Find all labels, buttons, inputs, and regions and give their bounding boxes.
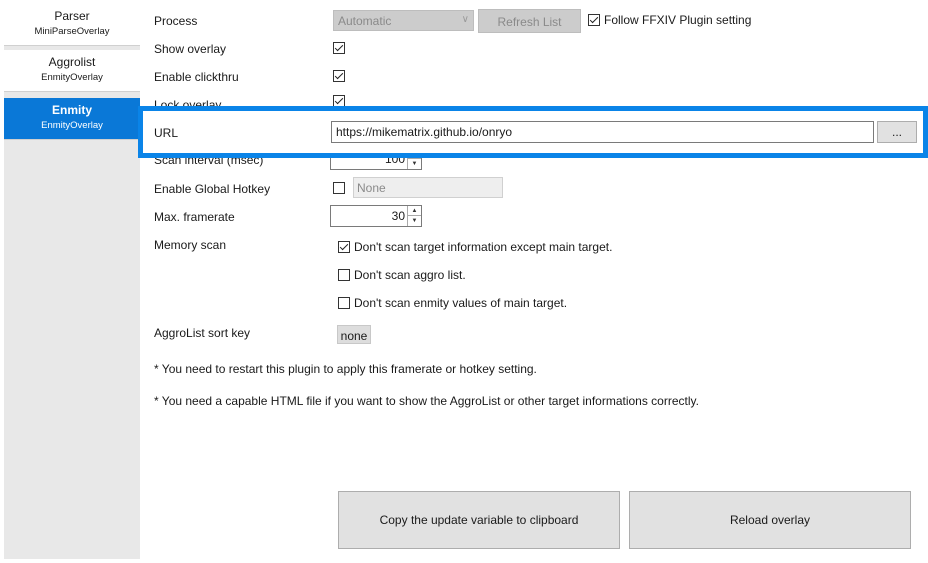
follow-plugin-checkbox[interactable] <box>588 14 600 26</box>
memscan-opt2-checkbox[interactable] <box>338 269 350 281</box>
sidebar: Parser MiniParseOverlay Aggrolist Enmity… <box>4 4 140 559</box>
arrow-down-icon[interactable]: ▼ <box>408 216 421 226</box>
memscan-opt1-label: Don't scan target information except mai… <box>354 240 613 254</box>
clickthru-checkbox[interactable] <box>333 70 345 82</box>
reload-overlay-button[interactable]: Reload overlay <box>629 491 911 549</box>
memscan-opt3-checkbox[interactable] <box>338 297 350 309</box>
framerate-label: Max. framerate <box>154 210 235 224</box>
tab-title: Parser <box>54 9 90 23</box>
tab-subtitle: EnmityOverlay <box>41 120 103 131</box>
copy-variable-button[interactable]: Copy the update variable to clipboard <box>338 491 620 549</box>
tab-title: Enmity <box>51 103 92 117</box>
tab-subtitle: MiniParseOverlay <box>34 26 110 37</box>
show-overlay-label: Show overlay <box>154 42 227 56</box>
sortkey-button[interactable]: none <box>337 325 371 344</box>
tab-subtitle: EnmityOverlay <box>41 72 103 83</box>
refresh-list-button[interactable]: Refresh List <box>478 9 581 33</box>
framerate-stepper[interactable]: 30 ▲ ▼ <box>330 205 422 227</box>
process-select[interactable]: Automatic ∨ <box>333 10 474 31</box>
tab-enmity[interactable]: Enmity EnmityOverlay <box>4 98 140 140</box>
memscan-opt3-label: Don't scan enmity values of main target. <box>354 296 568 310</box>
memscan-opt2-label: Don't scan aggro list. <box>354 268 466 282</box>
arrow-down-icon[interactable]: ▼ <box>408 159 421 169</box>
stepper-arrows[interactable]: ▲ ▼ <box>407 206 421 226</box>
follow-plugin-label: Follow FFXIV Plugin setting <box>604 13 752 27</box>
memscan-opt1-checkbox[interactable] <box>338 241 350 253</box>
clickthru-label: Enable clickthru <box>154 70 239 84</box>
hotkey-checkbox[interactable] <box>333 182 345 194</box>
tab-title: Aggrolist <box>48 55 96 69</box>
note-html: * You need a capable HTML file if you wa… <box>154 394 699 408</box>
hotkey-input[interactable]: None <box>353 177 503 198</box>
process-label: Process <box>154 14 198 28</box>
framerate-value: 30 <box>391 209 405 223</box>
note-restart: * You need to restart this plugin to app… <box>154 362 537 376</box>
process-value: Automatic <box>338 14 392 28</box>
chevron-down-icon: ∨ <box>461 14 469 25</box>
show-overlay-checkbox[interactable] <box>333 42 345 54</box>
sortkey-label: AggroList sort key <box>154 326 251 340</box>
memscan-label: Memory scan <box>154 238 227 252</box>
arrow-up-icon[interactable]: ▲ <box>408 206 421 216</box>
tab-aggrolist[interactable]: Aggrolist EnmityOverlay <box>4 50 140 92</box>
highlight-frame <box>138 106 928 158</box>
tab-parser[interactable]: Parser MiniParseOverlay <box>4 4 140 46</box>
hotkey-label: Enable Global Hotkey <box>154 182 271 196</box>
